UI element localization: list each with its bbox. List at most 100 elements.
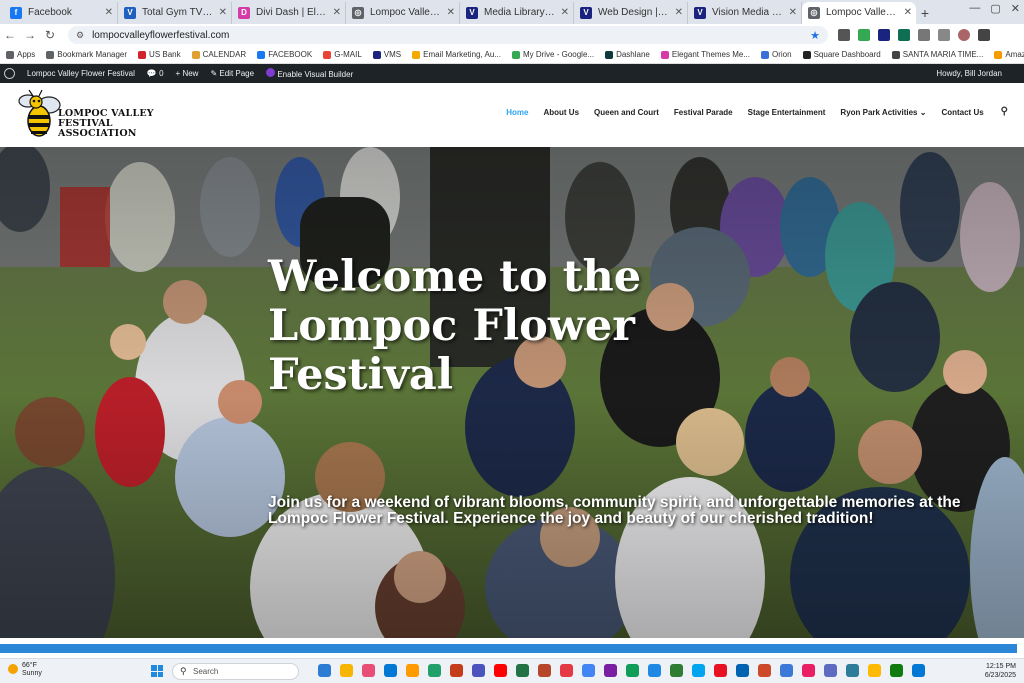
address-bar[interactable]: ⚙ lompocvalleyflowerfestival.com ★ (68, 26, 828, 44)
taskbar-app-icon[interactable] (472, 664, 485, 677)
extension-icon[interactable] (898, 29, 910, 41)
taskbar-app-icon[interactable] (692, 664, 705, 677)
wp-site-link[interactable]: Lompoc Valley Flower Festival (27, 69, 135, 78)
nav-festival-parade[interactable]: Festival Parade (674, 108, 733, 117)
browser-tab[interactable]: ◎Lompoc Valley Flower Festival✕ (346, 2, 460, 24)
new-tab-button[interactable]: + (916, 2, 934, 24)
tab-favicon-icon: ◎ (808, 7, 820, 19)
back-icon[interactable]: ← (0, 28, 20, 42)
wp-new[interactable]: + New (176, 69, 199, 78)
search-icon[interactable]: ⚲ (1001, 106, 1008, 117)
nav-ryon-park-activities[interactable]: Ryon Park Activities ⌄ (840, 108, 926, 117)
close-icon[interactable]: ✕ (675, 2, 683, 24)
bookmark-item[interactable]: Orion (761, 50, 792, 59)
taskbar-app-icon[interactable] (736, 664, 749, 677)
taskbar-app-icon[interactable] (604, 664, 617, 677)
forward-icon[interactable]: → (20, 28, 40, 42)
extension-icon[interactable] (838, 29, 850, 41)
bookmark-item[interactable]: VMS (372, 50, 401, 59)
extension-icon[interactable] (878, 29, 890, 41)
wp-comments[interactable]: 💬 0 (147, 69, 164, 78)
taskbar-app-icon[interactable] (868, 664, 881, 677)
bookmark-item[interactable]: CALENDAR (191, 50, 246, 59)
close-icon[interactable]: ✕ (561, 2, 569, 24)
menu-icon[interactable] (978, 29, 990, 41)
reload-icon[interactable]: ↻ (40, 28, 60, 42)
taskbar-app-icon[interactable] (406, 664, 419, 677)
close-icon[interactable]: ✕ (447, 2, 455, 24)
nav-stage-entertainment[interactable]: Stage Entertainment (748, 108, 826, 117)
taskbar-app-icon[interactable] (340, 664, 353, 677)
taskbar-app-icon[interactable] (450, 664, 463, 677)
bookmark-item[interactable]: Dashlane (605, 50, 650, 59)
taskbar-app-icon[interactable] (538, 664, 551, 677)
bookmark-item[interactable]: My Drive - Google... (511, 50, 594, 59)
taskbar-app-icon[interactable] (362, 664, 375, 677)
puzzle-icon[interactable] (918, 29, 930, 41)
maximize-icon[interactable]: ▢ (990, 2, 1000, 15)
taskbar-app-icon[interactable] (714, 664, 727, 677)
taskbar-app-icon[interactable] (582, 664, 595, 677)
taskbar-app-icon[interactable] (824, 664, 837, 677)
taskbar-app-icon[interactable] (516, 664, 529, 677)
download-icon[interactable] (938, 29, 950, 41)
bookmark-star-icon[interactable]: ★ (810, 29, 820, 42)
taskbar-app-icon[interactable] (626, 664, 639, 677)
weather-widget[interactable]: 66°F Sunny (8, 662, 42, 678)
taskbar-app-icon[interactable] (846, 664, 859, 677)
nav-about-us[interactable]: About Us (543, 108, 579, 117)
close-icon[interactable]: ✕ (789, 2, 797, 24)
system-clock[interactable]: 12:15 PM 6/23/2025 (985, 662, 1016, 680)
bookmark-item[interactable]: Square Dashboard (802, 50, 881, 59)
taskbar-app-icon[interactable] (890, 664, 903, 677)
site-logo[interactable]: LOMPOC VALLEY FESTIVAL ASSOCIATION (14, 89, 184, 143)
avatar[interactable] (958, 29, 970, 41)
nav-contact-us[interactable]: Contact Us (941, 108, 983, 117)
minimize-icon[interactable]: — (969, 2, 980, 15)
bookmark-item[interactable]: G-MAIL (323, 50, 362, 59)
taskbar-app-icon[interactable] (318, 664, 331, 677)
taskbar-app-icon[interactable] (494, 664, 507, 677)
bookmark-item[interactable]: Elegant Themes Me... (660, 50, 750, 59)
browser-tab[interactable]: VVision Media Services | Go✕ (688, 2, 802, 24)
browser-tab[interactable]: f Facebook ✕ (4, 2, 118, 24)
close-icon[interactable]: ✕ (333, 2, 341, 24)
bookmark-item[interactable]: Bookmark Manager (46, 50, 127, 59)
taskbar-app-icon[interactable] (560, 664, 573, 677)
taskbar-app-icon[interactable] (802, 664, 815, 677)
wp-visual-builder[interactable]: Enable Visual Builder (266, 68, 353, 79)
wp-howdy[interactable]: Howdy, Bill Jordan (936, 69, 1024, 78)
browser-tab[interactable]: VTotal Gym TV | Total Body✕ (118, 2, 232, 24)
taskbar-app-icon[interactable] (384, 664, 397, 677)
bookmark-item[interactable]: FACEBOOK (257, 50, 312, 59)
browser-tab[interactable]: DDivi Dash | Elegant Themes✕ (232, 2, 346, 24)
taskbar-app-icon[interactable] (670, 664, 683, 677)
wordpress-icon[interactable] (4, 68, 15, 79)
browser-tab[interactable]: VWeb Design | Vision Media✕ (574, 2, 688, 24)
extension-icon[interactable] (858, 29, 870, 41)
close-icon[interactable]: ✕ (219, 2, 227, 24)
bookmark-item[interactable]: SANTA MARIA TIME... (891, 50, 983, 59)
bookmark-item[interactable]: US Bank (138, 50, 181, 59)
nav-queen-and-court[interactable]: Queen and Court (594, 108, 659, 117)
close-icon[interactable]: ✕ (904, 2, 912, 24)
taskbar-app-icon[interactable] (758, 664, 771, 677)
bookmark-item[interactable]: Email Marketing, Au... (412, 50, 501, 59)
taskbar-search[interactable]: ⚲ Search (172, 663, 299, 680)
browser-tab[interactable]: ◎Lompoc Valley Flower Festival✕ (802, 2, 916, 24)
nav-home[interactable]: Home (506, 108, 528, 117)
blue-section-bar (0, 644, 1017, 653)
taskbar-app-icon[interactable] (648, 664, 661, 677)
site-info-icon[interactable]: ⚙ (76, 30, 84, 41)
bookmark-item[interactable]: Amazon.com. (994, 50, 1024, 59)
close-icon[interactable]: ✕ (105, 2, 113, 24)
wp-edit-page[interactable]: ✎ Edit Page (210, 69, 254, 78)
taskbar-app-icon[interactable] (912, 664, 925, 677)
browser-tab[interactable]: VMedia Library ‹ Vision Media✕ (460, 2, 574, 24)
bookmark-item[interactable]: Apps (6, 50, 35, 59)
close-window-icon[interactable]: ✕ (1011, 2, 1020, 15)
tab-favicon-icon: D (238, 7, 250, 19)
taskbar-app-icon[interactable] (428, 664, 441, 677)
taskbar-app-icon[interactable] (780, 664, 793, 677)
windows-start-icon[interactable] (151, 665, 163, 677)
